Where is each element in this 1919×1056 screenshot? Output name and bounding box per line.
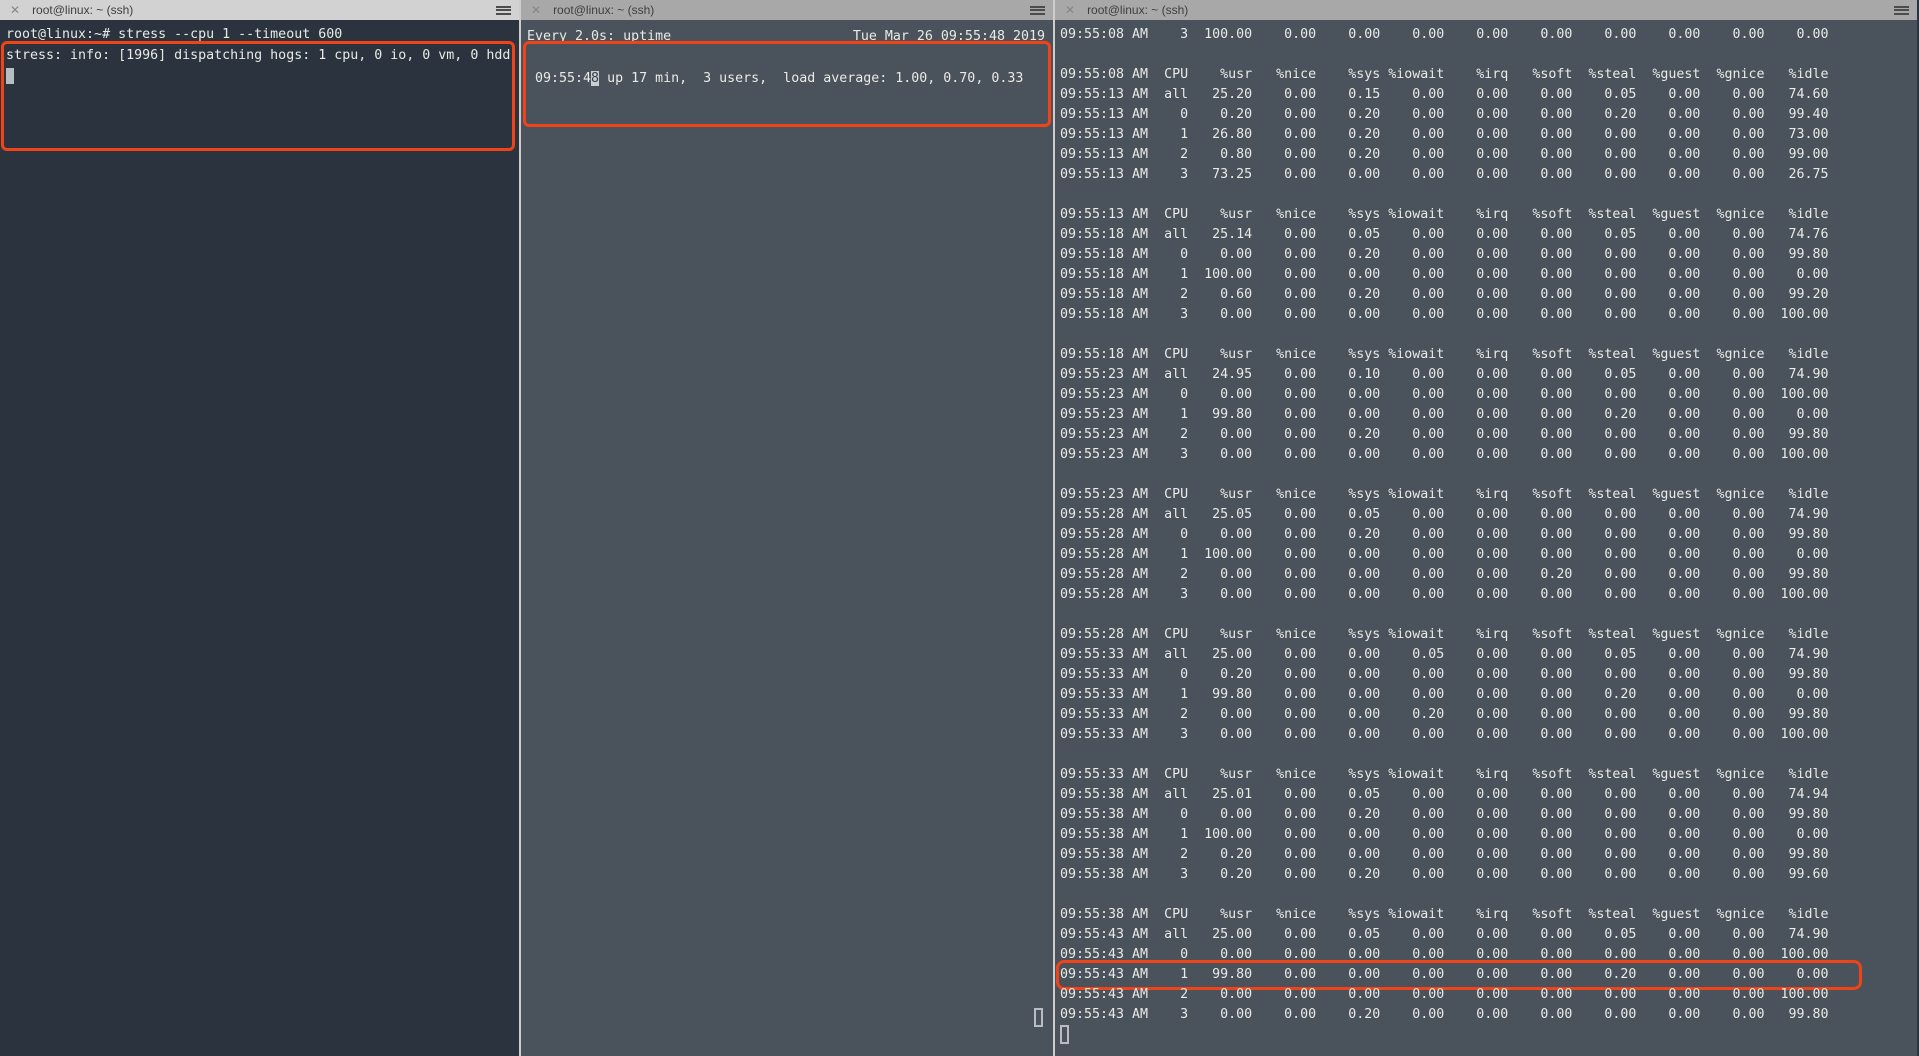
uptime-detail: up 17 min, 3 users, load average: 1.00, … [599, 71, 1024, 86]
sar-row: 09:55:38 AM 1 100.00 0.00 0.00 0.00 0.00… [1060, 827, 1829, 842]
sar-row: 09:55:38 AM 3 0.20 0.00 0.20 0.00 0.00 0… [1060, 867, 1829, 882]
sar-row: 09:55:18 AM 3 0.00 0.00 0.00 0.00 0.00 0… [1060, 307, 1829, 322]
sar-row: 09:55:43 AM all 25.00 0.00 0.05 0.00 0.0… [1060, 927, 1829, 942]
sar-table: 09:55:08 AM 3 100.00 0.00 0.00 0.00 0.00… [1056, 25, 1917, 1045]
sar-row: 09:55:23 AM 1 99.80 0.00 0.00 0.00 0.00 … [1060, 407, 1829, 422]
sar-row: 09:55:18 AM all 25.14 0.00 0.05 0.00 0.0… [1060, 227, 1829, 242]
close-icon[interactable]: ✕ [531, 4, 541, 16]
inactive-cursor [1060, 1025, 1069, 1044]
sar-row: 09:55:28 AM 3 0.00 0.00 0.00 0.00 0.00 0… [1060, 587, 1829, 602]
sar-row: 09:55:28 AM all 25.05 0.00 0.05 0.00 0.0… [1060, 507, 1829, 522]
stress-info-line: stress: info: [1996] dispatching hogs: 1… [6, 48, 511, 63]
inactive-cursor [1034, 1008, 1043, 1027]
sar-row: 09:55:23 AM 3 0.00 0.00 0.00 0.00 0.00 0… [1060, 447, 1829, 462]
uptime-line: 09:55:48 up 17 min, 3 users, load averag… [527, 68, 1045, 89]
sar-row: 09:55:33 AM 0 0.20 0.00 0.00 0.00 0.00 0… [1060, 667, 1829, 682]
sar-header-row: 09:55:08 AM CPU %usr %nice %sys %iowait … [1060, 67, 1829, 82]
close-icon[interactable]: ✕ [1065, 4, 1075, 16]
pane-stress: ✕ root@linux: ~ (ssh) root@linux:~# stre… [0, 0, 519, 1056]
sar-row: 09:55:33 AM 1 99.80 0.00 0.00 0.00 0.00 … [1060, 687, 1829, 702]
menu-icon[interactable] [1894, 5, 1909, 15]
sar-row: 09:55:13 AM 0 0.20 0.00 0.20 0.00 0.00 0… [1060, 107, 1829, 122]
sar-row: 09:55:18 AM 2 0.60 0.00 0.20 0.00 0.00 0… [1060, 287, 1829, 302]
sar-header-row: 09:55:33 AM CPU %usr %nice %sys %iowait … [1060, 767, 1829, 782]
uptime-time: 09:55:4 [527, 71, 592, 86]
text-cursor [6, 68, 14, 84]
terminal-output-sar[interactable]: 09:55:08 AM 3 100.00 0.00 0.00 0.00 0.00… [1055, 20, 1917, 1056]
sar-header-row: 09:55:38 AM CPU %usr %nice %sys %iowait … [1060, 907, 1829, 922]
sar-row: 09:55:13 AM all 25.20 0.00 0.15 0.00 0.0… [1060, 87, 1829, 102]
titlebar-right: ✕ root@linux: ~ (ssh) [1055, 0, 1917, 20]
terminal-output-uptime[interactable]: Every 2.0s: uptime Tue Mar 26 09:55:48 2… [521, 20, 1053, 1056]
sar-header-row: 09:55:13 AM CPU %usr %nice %sys %iowait … [1060, 207, 1829, 222]
sar-row: 09:55:38 AM 0 0.00 0.00 0.20 0.00 0.00 0… [1060, 807, 1829, 822]
sar-row: 09:55:28 AM 0 0.00 0.00 0.20 0.00 0.00 0… [1060, 527, 1829, 542]
pane-title: root@linux: ~ (ssh) [1087, 3, 1189, 17]
sar-header-row: 09:55:28 AM CPU %usr %nice %sys %iowait … [1060, 627, 1829, 642]
sar-row: 09:55:23 AM 0 0.00 0.00 0.00 0.00 0.00 0… [1060, 387, 1829, 402]
sar-row: 09:55:43 AM 2 0.00 0.00 0.00 0.00 0.00 0… [1060, 987, 1829, 1002]
pane-title: root@linux: ~ (ssh) [553, 3, 655, 17]
sar-row: 09:55:13 AM 3 73.25 0.00 0.00 0.00 0.00 … [1060, 167, 1829, 182]
close-icon[interactable]: ✕ [10, 4, 20, 16]
watch-header: Every 2.0s: uptime Tue Mar 26 09:55:48 2… [527, 26, 1045, 47]
titlebar-left: ✕ root@linux: ~ (ssh) [0, 0, 519, 20]
sar-row: 09:55:13 AM 2 0.80 0.00 0.20 0.00 0.00 0… [1060, 147, 1829, 162]
sar-header-row: 09:55:18 AM CPU %usr %nice %sys %iowait … [1060, 347, 1829, 362]
sar-row-highlighted: 09:55:43 AM 1 99.80 0.00 0.00 0.00 0.00 … [1056, 960, 1917, 990]
sar-row: 09:55:38 AM 2 0.20 0.00 0.00 0.00 0.00 0… [1060, 847, 1829, 862]
command-line: root@linux:~# stress --cpu 1 --timeout 6… [6, 27, 343, 42]
sar-row: 09:55:23 AM all 24.95 0.00 0.10 0.00 0.0… [1060, 367, 1829, 382]
prompt-line [6, 66, 519, 87]
sar-row: 09:55:38 AM all 25.01 0.00 0.05 0.00 0.0… [1060, 787, 1829, 802]
menu-icon[interactable] [1030, 5, 1045, 15]
sar-row: 09:55:18 AM 1 100.00 0.00 0.00 0.00 0.00… [1060, 267, 1829, 282]
text-cursor-reverse: 8 [591, 71, 600, 86]
sar-row: 09:55:28 AM 1 100.00 0.00 0.00 0.00 0.00… [1060, 547, 1829, 562]
titlebar-middle: ✕ root@linux: ~ (ssh) [521, 0, 1053, 20]
sar-row: 09:55:23 AM 2 0.00 0.00 0.20 0.00 0.00 0… [1060, 427, 1829, 442]
sar-row: 09:55:43 AM 3 0.00 0.00 0.20 0.00 0.00 0… [1060, 1007, 1829, 1022]
watch-interval-label: Every 2.0s: uptime [527, 29, 672, 44]
sar-row: 09:55:33 AM 3 0.00 0.00 0.00 0.00 0.00 0… [1060, 727, 1829, 742]
sar-row: 09:55:13 AM 1 26.80 0.00 0.20 0.00 0.00 … [1060, 127, 1829, 142]
sar-row: 09:55:28 AM 2 0.00 0.00 0.00 0.00 0.00 0… [1060, 567, 1829, 582]
terminal-output-stress[interactable]: root@linux:~# stress --cpu 1 --timeout 6… [0, 20, 519, 1056]
pane-sar: ✕ root@linux: ~ (ssh) 09:55:08 AM 3 100.… [1053, 0, 1917, 1056]
sar-header-row: 09:55:23 AM CPU %usr %nice %sys %iowait … [1060, 487, 1829, 502]
pane-title: root@linux: ~ (ssh) [32, 3, 134, 17]
cursor-line [1060, 1025, 1917, 1045]
sar-row: 09:55:08 AM 3 100.00 0.00 0.00 0.00 0.00… [1060, 27, 1829, 42]
menu-icon[interactable] [496, 5, 511, 15]
watch-timestamp: Tue Mar 26 09:55:48 2019 [852, 29, 1045, 44]
sar-row: 09:55:43 AM 0 0.00 0.00 0.00 0.00 0.00 0… [1060, 947, 1829, 962]
sar-row: 09:55:33 AM all 25.00 0.00 0.00 0.05 0.0… [1060, 647, 1829, 662]
pane-uptime: ✕ root@linux: ~ (ssh) Every 2.0s: uptime… [519, 0, 1053, 1056]
terminal-window: ✕ root@linux: ~ (ssh) root@linux:~# stre… [0, 0, 1919, 1056]
sar-row: 09:55:18 AM 0 0.00 0.00 0.20 0.00 0.00 0… [1060, 247, 1829, 262]
sar-row: 09:55:33 AM 2 0.00 0.00 0.00 0.20 0.00 0… [1060, 707, 1829, 722]
